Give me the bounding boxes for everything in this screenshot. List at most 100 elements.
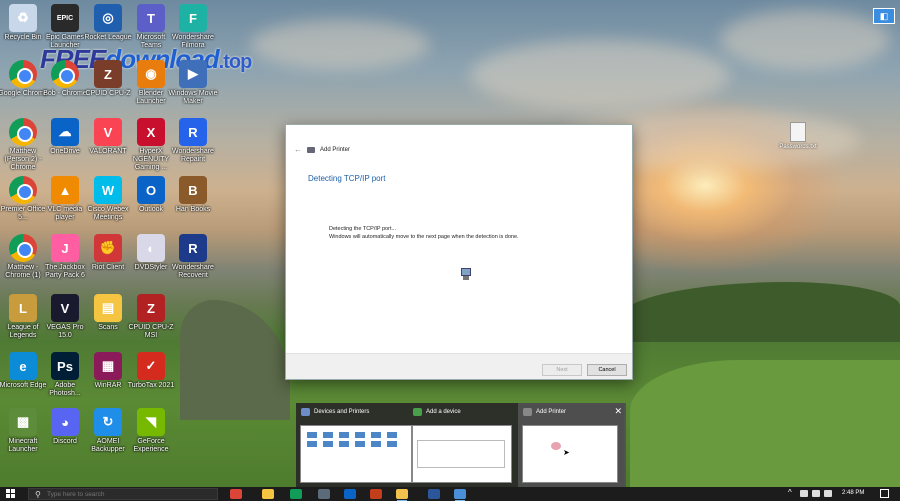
recycle-bin-icon: ♻ [9,4,37,32]
desktop-icon-label: Wondershare Repairit [172,148,214,163]
epic-games-icon: EPIC [51,4,79,32]
dialog-footer: Next Cancel [286,353,632,379]
filmora-icon: F [179,4,207,32]
volume-icon[interactable] [812,490,820,497]
search-icon: ⚲ [35,490,41,499]
chevron-up-icon[interactable]: ^ [788,488,792,497]
chrome-icon [9,234,37,262]
preview-label: Devices and Printers [314,409,370,415]
cloud [720,10,890,70]
desktop-icon-label: Windows Movie Maker [168,90,218,105]
desktop-icon[interactable]: R Wondershare Repairit [168,118,218,164]
repairit-icon: R [179,118,207,146]
desktop-icon[interactable]: Z CPUID CPU-Z MSI [126,294,176,340]
add-printer-dialog: ← Add Printer Detecting TCP/IP port Dete… [285,124,633,380]
next-button[interactable]: Next [542,364,582,376]
file-explorer-icon[interactable] [396,489,408,501]
control-panel-icon[interactable] [454,489,466,501]
detecting-computer-icon [461,268,471,282]
desktop-icon[interactable]: ◥ GeForce Experience [126,408,176,454]
preview-thumbnail [412,425,512,483]
word-icon[interactable] [428,489,440,499]
search-input[interactable] [47,490,207,499]
preview-add-a-device[interactable]: Add a device [408,403,516,487]
preview-label: Add Printer [536,409,567,415]
dialog-titlebar: ← Add Printer [294,145,350,154]
cpuz-icon: Z [94,60,122,88]
photoshop-icon: Ps [51,352,79,380]
winrar-icon: ▦ [94,352,122,380]
powerpoint-icon[interactable] [370,489,382,499]
add-device-icon [413,408,422,416]
taskbar-preview-strip: Devices and Printers Add a device Add Pr… [296,403,626,487]
cancel-button[interactable]: Cancel [587,364,627,376]
jackbox-icon: J [51,234,79,262]
back-arrow-icon[interactable]: ← [294,145,302,154]
desktop-icon-label: GeForce Experience [133,438,169,453]
preview-thumbnail: ➤ [522,425,618,483]
printer-icon [523,408,532,416]
devices-printers-icon [301,408,310,416]
blender-icon: ◉ [137,60,165,88]
desktop-icon-label: CPUID CPU-Z MSI [128,324,174,339]
desktop-icon-label: Han Books [175,206,211,213]
close-icon[interactable]: ✕ [614,406,622,417]
device-grid [307,432,397,447]
dialog-title: Add Printer [320,146,351,153]
preview-devices-and-printers[interactable]: Devices and Printers [296,403,412,487]
onedrive-icon: ☁ [51,118,79,146]
preview-add-printer[interactable]: Add Printer ✕ ➤ [518,403,626,487]
network-icon[interactable] [800,490,808,497]
webex-icon: W [94,176,122,204]
clock[interactable]: 2:48 PM [842,490,864,496]
desktop-file-label: Passwords.txt [779,144,817,150]
chrome-icon [9,118,37,146]
preview-label: Add a device [426,409,461,415]
calculator-icon[interactable] [318,489,330,499]
desktop-icon-label: Wondershare Recoverit [172,264,214,279]
desktop-icon-label: TurboTax 2021 [127,382,175,389]
turbotax-icon: ✓ [137,352,165,380]
preview-thumbnail [300,425,412,483]
desktop-icon[interactable]: R Wondershare Recoverit [168,234,218,280]
corner-app-icon: ◧ [873,8,895,24]
hyperx-icon: X [137,118,165,146]
taskbar-search[interactable]: ⚲ [28,488,218,500]
minecraft-icon: ▩ [9,408,37,436]
chrome-icon[interactable] [290,489,302,499]
discord-icon: ◕ [51,408,79,436]
file-explorer-icon[interactable] [262,489,274,499]
cloud [470,40,730,110]
battery-icon[interactable] [824,490,832,497]
edge-icon: e [9,352,37,380]
chrome-icon[interactable] [230,489,242,499]
books-icon: B [179,176,207,204]
vlc-icon: ▲ [51,176,79,204]
desktop-icon[interactable]: F Wondershare Filmora [168,4,218,50]
valley-field [630,360,900,487]
chrome-icon [51,60,79,88]
desktop-icon[interactable]: ▶ Windows Movie Maker [168,60,218,106]
dialog-info-line: Windows will automatically move to the n… [329,234,519,240]
mountain [620,282,900,342]
desktop-file[interactable]: Passwords.txt [778,122,818,150]
printer-icon [307,146,315,153]
movie-maker-icon: ▶ [179,60,207,88]
league-icon: L [9,294,37,322]
desktop-icon[interactable]: B Han Books [168,176,218,214]
aomei-icon: ↻ [94,408,122,436]
windows-start-icon[interactable] [6,489,16,499]
notification-icon[interactable] [880,489,889,498]
vegas-icon: V [51,294,79,322]
mouse-cursor-icon: ➤ [563,448,570,457]
desktop-icon[interactable]: ✓ TurboTax 2021 [126,352,176,390]
cliff [180,300,290,420]
outlook-icon[interactable] [344,489,356,499]
taskbar: ⚲ ^ 2:48 PM [0,487,900,501]
chrome-icon [9,176,37,204]
cloud [250,20,430,70]
rocket-league-icon: ◎ [94,4,122,32]
valorant-icon: V [94,118,122,146]
cpuz-msi-icon: Z [137,294,165,322]
teams-icon: T [137,4,165,32]
